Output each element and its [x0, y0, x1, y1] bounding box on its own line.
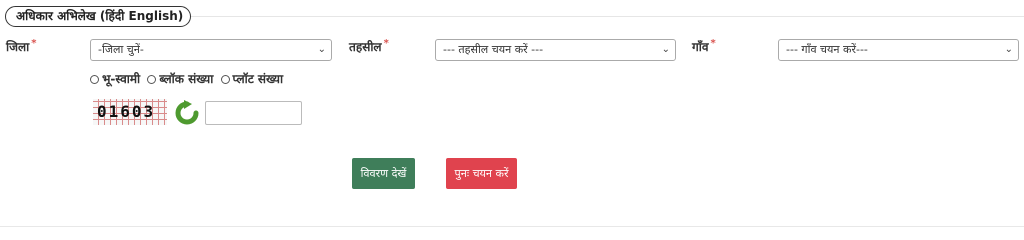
reset-selection-button[interactable]: पुनः चयन करें [446, 158, 517, 189]
required-mark: * [383, 38, 389, 49]
search-option-plot[interactable]: प्लॉट संख्या [220, 70, 283, 87]
tehsil-label: तहसील * [349, 38, 389, 54]
chevron-down-icon: ⌄ [661, 44, 670, 55]
district-label: जिला * [6, 38, 37, 54]
chevron-down-icon: ⌄ [317, 44, 326, 55]
radio-button[interactable] [220, 75, 230, 84]
chevron-down-icon: ⌄ [1004, 44, 1013, 55]
captcha-code: 01603 [97, 102, 156, 121]
required-mark: * [31, 38, 37, 49]
tehsil-select-value: --- तहसील चयन करें --- [443, 43, 544, 56]
record-type-tab-label: अधिकार अभिलेख (हिंदी English) [16, 9, 184, 23]
refresh-icon[interactable] [172, 100, 202, 126]
search-option-block[interactable]: ब्लॉक संख्या [147, 70, 213, 87]
view-details-button[interactable]: विवरण देखें [352, 158, 415, 189]
record-type-tab[interactable]: अधिकार अभिलेख (हिंदी English) [5, 6, 191, 27]
required-mark: * [710, 38, 716, 49]
bottom-divider [0, 226, 1024, 227]
district-select[interactable]: -जिला चुनें- ⌄ [90, 39, 332, 61]
search-type-options: भू-स्वामी ब्लॉक संख्या प्लॉट संख्या [90, 70, 286, 87]
village-label: गाँव * [692, 38, 716, 54]
village-select[interactable]: --- गाँव चयन करें--- ⌄ [778, 39, 1019, 61]
district-select-value: -जिला चुनें- [98, 43, 144, 56]
radio-button[interactable] [90, 75, 99, 84]
search-option-owner[interactable]: भू-स्वामी [90, 70, 140, 87]
captcha-image: 01603 [93, 99, 167, 125]
tehsil-select[interactable]: --- तहसील चयन करें --- ⌄ [435, 39, 676, 61]
top-divider [191, 16, 1024, 17]
captcha-input[interactable] [205, 101, 302, 125]
radio-button[interactable] [147, 75, 157, 84]
village-select-value: --- गाँव चयन करें--- [786, 43, 868, 56]
